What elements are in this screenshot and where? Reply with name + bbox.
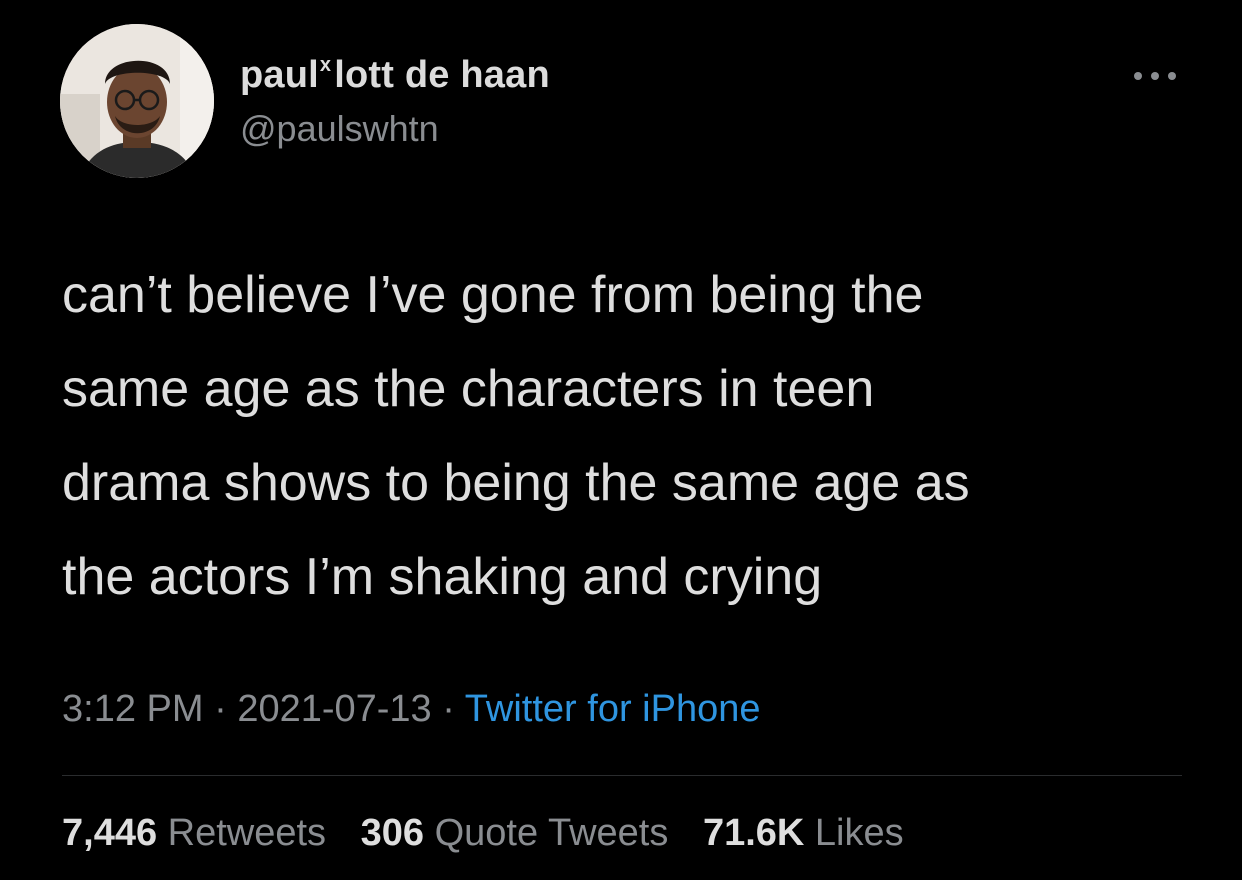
retweets-stat[interactable]: 7,446 Retweets [62,812,326,855]
divider [62,775,1182,776]
tweet-text-line: drama shows to being the same age as [62,454,970,512]
display-name[interactable]: paulxlott de haan [240,54,550,97]
tweet-text-line: same age as the characters in teen [62,360,875,418]
likes-label: Likes [814,812,904,854]
tweet-meta: 3:12 PM · 2021-07-13 · Twitter for iPhon… [62,688,760,731]
user-handle[interactable]: @paulswhtn [240,108,439,150]
retweets-count: 7,446 [62,812,158,854]
quote-tweets-label: Quote Tweets [434,812,669,854]
tweet-date[interactable]: 2021-07-13 [237,688,431,730]
retweets-label: Retweets [167,812,327,854]
likes-count: 71.6K [702,812,805,854]
tweet-text-line: the actors I’m shaking and crying [62,548,823,606]
tweet-time[interactable]: 3:12 PM [62,688,204,730]
tweet-text: can’t believe I’ve gone from being the s… [62,248,1192,624]
tweet-stats: 7,446 Retweets 306 Quote Tweets 71.6K Li… [62,812,928,855]
tweet-source-link[interactable]: Twitter for iPhone [465,688,761,730]
avatar[interactable] [60,24,214,178]
quote-tweets-stat[interactable]: 306 Quote Tweets [361,812,669,855]
tweet-text-line: can’t believe I’ve gone from being the [62,266,924,324]
quote-tweets-count: 306 [360,812,425,854]
meta-separator: · [214,688,227,730]
display-name-superscript: x [319,54,332,76]
avatar-image [60,24,214,178]
likes-stat[interactable]: 71.6K Likes [703,812,904,855]
meta-separator: · [442,688,455,730]
more-horizontal-icon[interactable] [1130,66,1180,86]
